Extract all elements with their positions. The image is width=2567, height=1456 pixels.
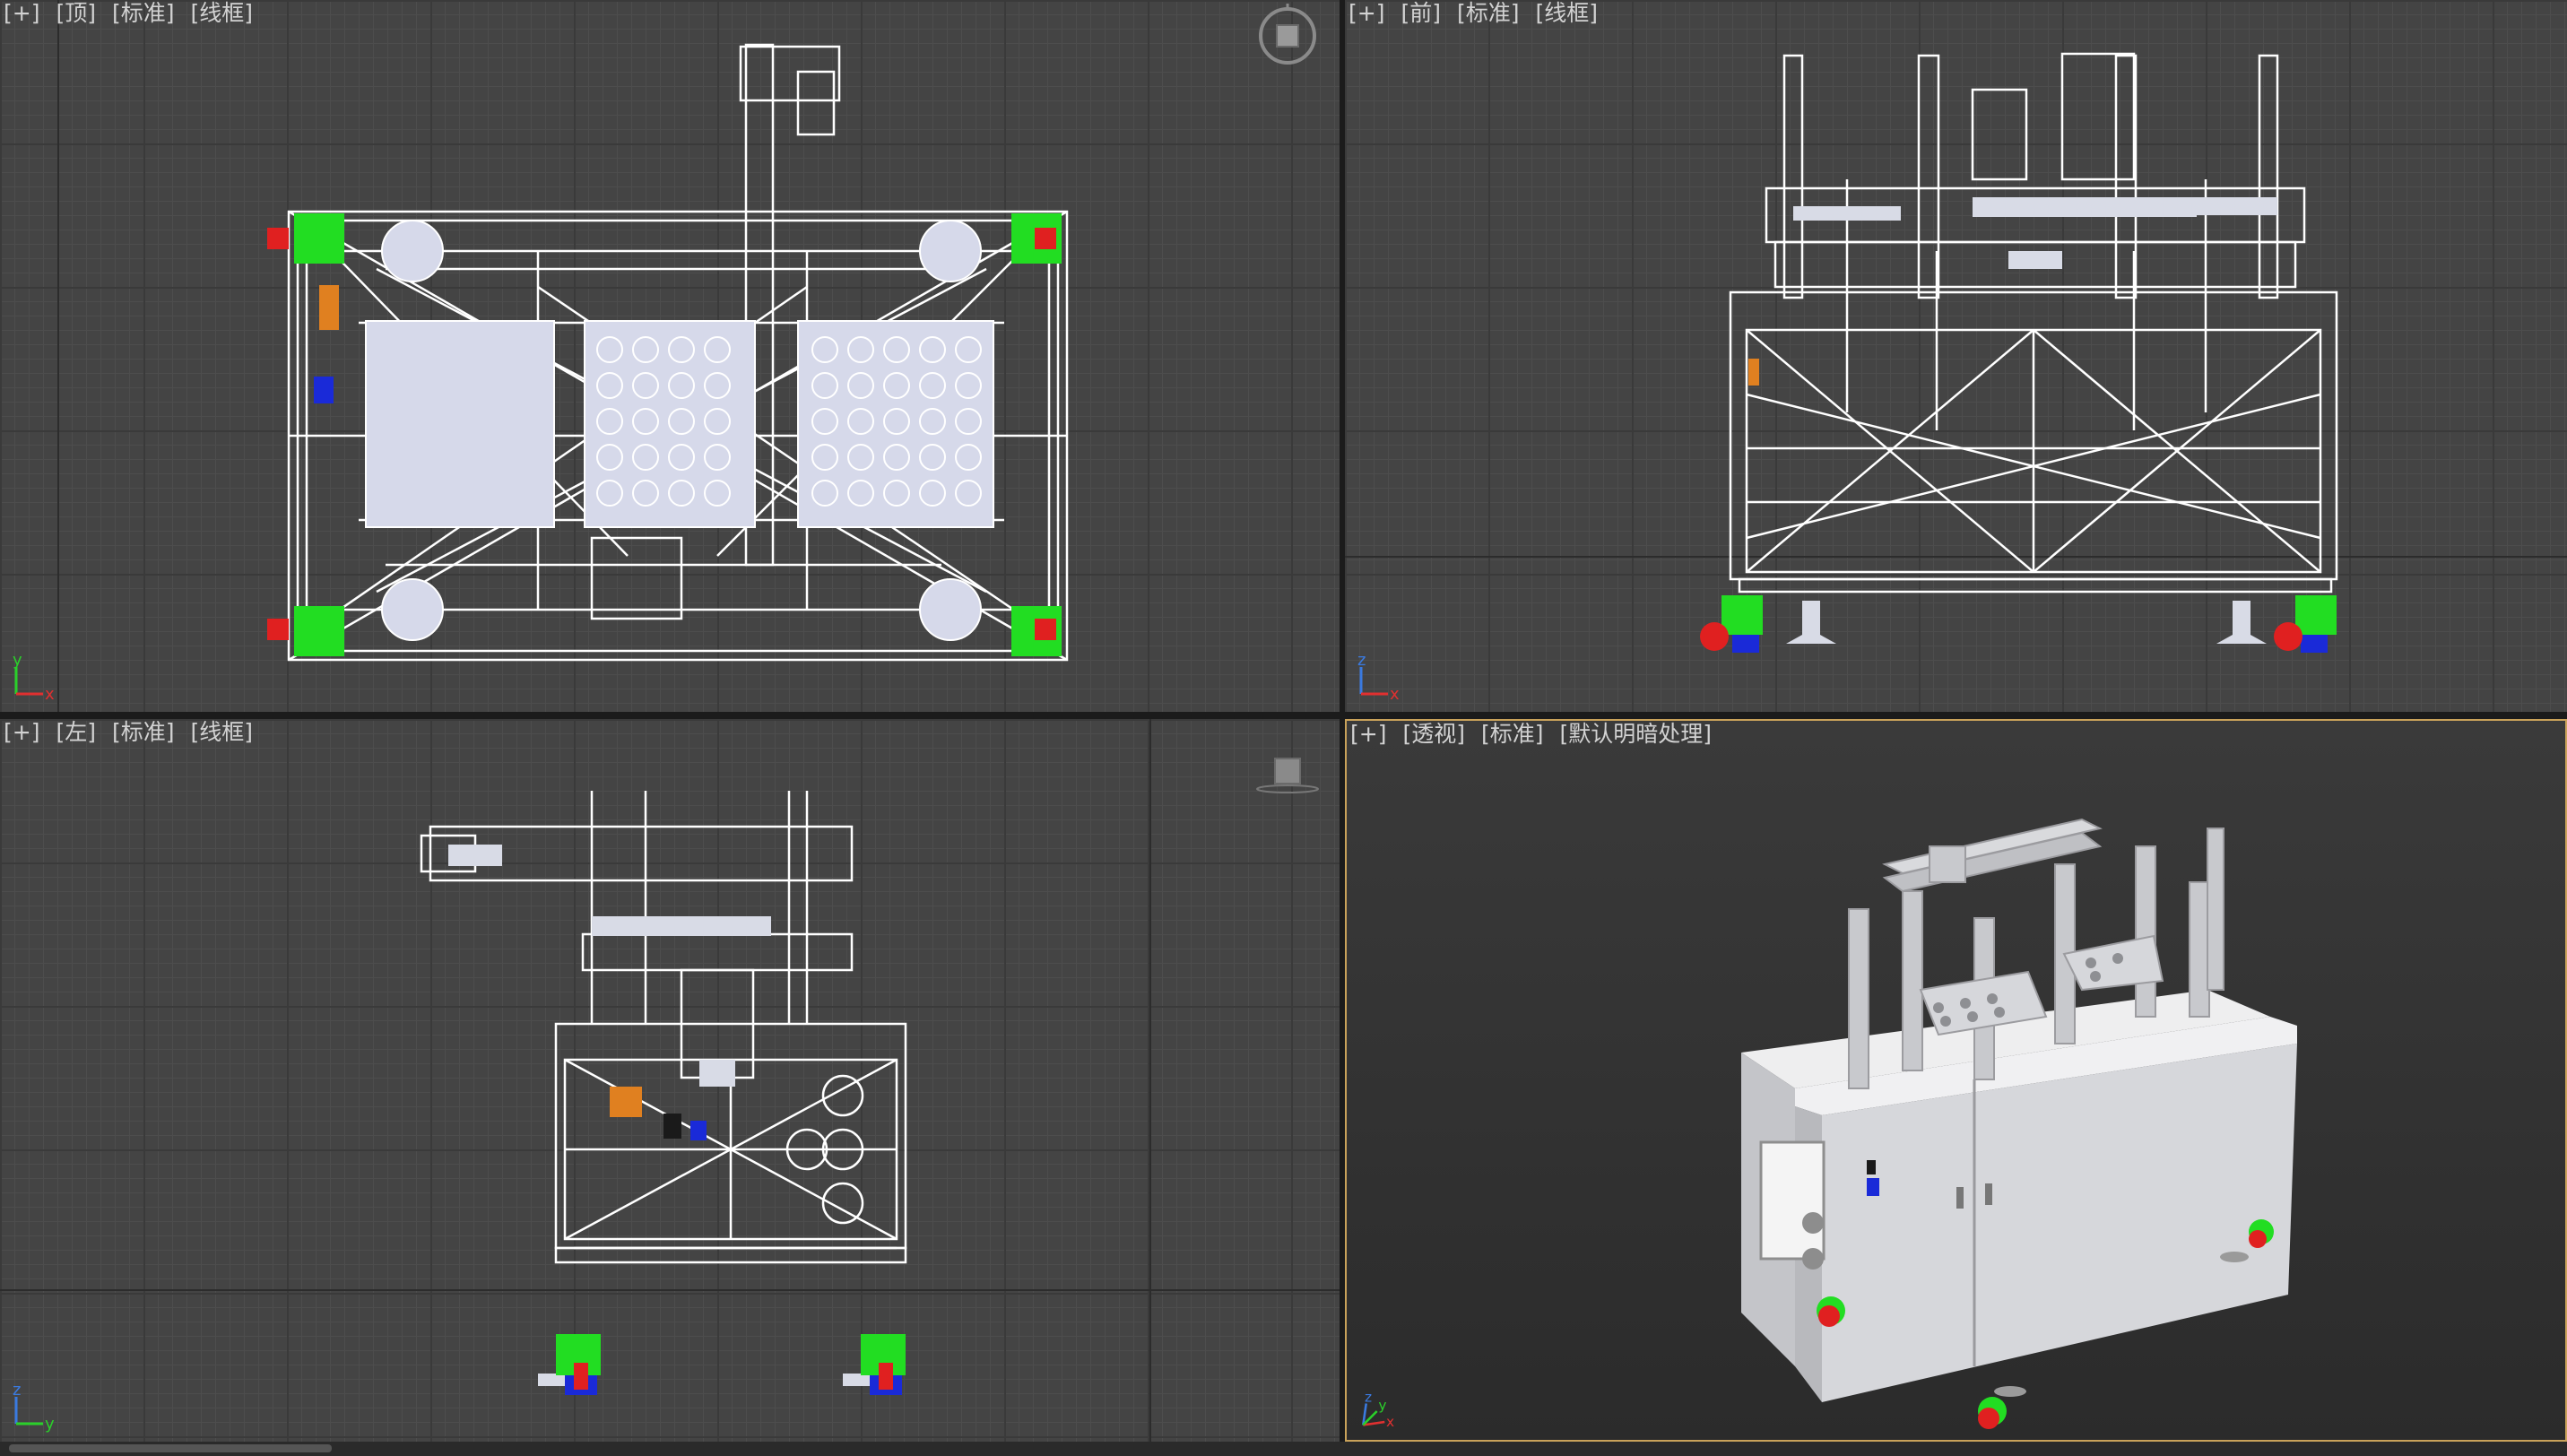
timeline-scrollbar[interactable] bbox=[9, 1444, 332, 1452]
left-view-wireframe bbox=[420, 791, 907, 1395]
perspective-shaded-model bbox=[1741, 818, 2297, 1429]
viewport-divider-horizontal[interactable] bbox=[0, 712, 2567, 719]
axis-x-label: x bbox=[1386, 1414, 1394, 1430]
viewport-front[interactable]: [+] [前] [标准] [线框] z x bbox=[1345, 0, 2567, 712]
viewport-left[interactable]: [+] [左] [标准] [线框] z y bbox=[0, 719, 1340, 1442]
axis-z-label: z bbox=[1357, 651, 1366, 670]
axis-gizmo-icon: z x bbox=[1357, 651, 1400, 703]
front-view-wireframe bbox=[1700, 52, 2338, 653]
viewcube-icon[interactable] bbox=[1253, 750, 1322, 803]
axis-x-label: x bbox=[1390, 685, 1400, 703]
top-view-wireframe bbox=[267, 43, 1069, 662]
axis-y-label: y bbox=[1378, 1397, 1386, 1413]
axis-gizmo-icon: y x bbox=[13, 651, 55, 703]
viewport-divider-vertical[interactable] bbox=[1340, 0, 1345, 1456]
viewcube-icon[interactable] bbox=[1253, 2, 1322, 70]
axis-z-label: z bbox=[13, 1381, 21, 1400]
axis-y-label: y bbox=[45, 1415, 55, 1433]
viewport-top[interactable]: [+] [顶] [标准] [线框] y x bbox=[0, 0, 1340, 712]
axis-gizmo-icon: z y bbox=[13, 1381, 55, 1433]
axis-y-label: y bbox=[13, 651, 22, 670]
axis-x-label: x bbox=[45, 685, 55, 703]
axis-gizmo-icon: z y x bbox=[1362, 1390, 1394, 1430]
axis-z-label: z bbox=[1365, 1390, 1372, 1406]
viewport-perspective[interactable]: [+] [透视] [标准] [默认明暗处理] z y x bbox=[1345, 719, 2567, 1442]
bottom-scroll-strip bbox=[0, 1442, 2567, 1456]
